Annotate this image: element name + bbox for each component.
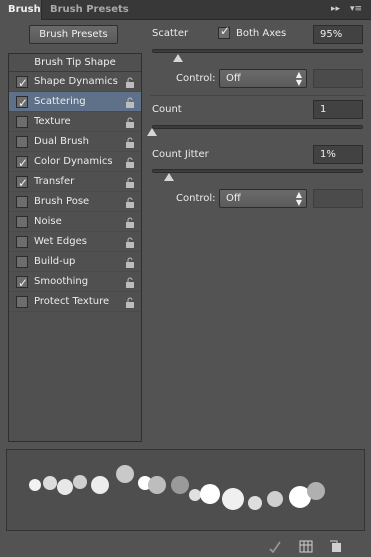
scatter-control-field xyxy=(313,69,363,88)
scatter-control-label: Control: xyxy=(176,73,216,84)
option-checkbox[interactable]: ✓ xyxy=(16,156,28,170)
brush-stroke-preview xyxy=(6,449,365,531)
option-checkbox[interactable] xyxy=(16,296,28,308)
scatter-control-dropdown[interactable]: Off ▲ ▼ xyxy=(219,69,307,88)
grid-icon[interactable] xyxy=(299,540,313,553)
checkmark-icon: ✓ xyxy=(18,76,29,90)
option-checkbox[interactable] xyxy=(16,256,28,268)
checkmark-icon: ✓ xyxy=(18,156,29,170)
count-jitter-label: Count Jitter xyxy=(152,149,209,160)
option-checkbox[interactable] xyxy=(16,136,28,148)
lock-icon[interactable] xyxy=(125,97,135,108)
lock-icon[interactable] xyxy=(125,177,135,188)
option-dual-brush[interactable]: Dual Brush xyxy=(9,132,141,152)
option-protect-texture[interactable]: Protect Texture xyxy=(9,292,141,312)
option-noise[interactable]: Noise xyxy=(9,212,141,232)
option-label: Dual Brush xyxy=(34,136,89,147)
count-label: Count xyxy=(152,104,182,115)
tab-brush[interactable]: Brush xyxy=(0,0,42,20)
option-smoothing[interactable]: ✓ Smoothing xyxy=(9,272,141,292)
option-checkbox[interactable] xyxy=(16,116,28,128)
checkmark-icon: ✓ xyxy=(18,276,29,290)
option-checkbox[interactable]: ✓ xyxy=(16,276,28,290)
lock-icon[interactable] xyxy=(125,77,135,88)
lock-icon[interactable] xyxy=(125,137,135,148)
option-color-dynamics[interactable]: ✓ Color Dynamics xyxy=(9,152,141,172)
count-jitter-control-field xyxy=(313,189,363,208)
lock-icon[interactable] xyxy=(125,217,135,228)
brush-tip-shape-item[interactable]: Brush Tip Shape xyxy=(9,54,141,72)
option-transfer[interactable]: ✓ Transfer xyxy=(9,172,141,192)
checkmark-icon: ✓ xyxy=(18,176,29,190)
count-jitter-slider-track[interactable] xyxy=(152,169,363,173)
panel-menu-icon[interactable]: ▾≡ xyxy=(350,4,362,14)
option-label: Transfer xyxy=(34,176,75,187)
option-checkbox[interactable] xyxy=(16,196,28,208)
lock-icon[interactable] xyxy=(125,117,135,128)
count-jitter-slider-thumb[interactable] xyxy=(164,173,175,181)
option-label: Shape Dynamics xyxy=(34,76,118,87)
collapse-icon[interactable]: ▸▸ xyxy=(331,4,340,14)
option-checkbox[interactable]: ✓ xyxy=(16,96,28,110)
both-axes-checkbox[interactable]: ✓ xyxy=(218,24,230,39)
option-checkbox[interactable]: ✓ xyxy=(16,176,28,190)
dropdown-arrows-icon: ▲ ▼ xyxy=(295,190,302,207)
option-label: Color Dynamics xyxy=(34,156,113,167)
option-build-up[interactable]: Build-up xyxy=(9,252,141,272)
count-slider-track[interactable] xyxy=(152,125,363,129)
count-slider-thumb[interactable] xyxy=(147,128,157,136)
option-label: Build-up xyxy=(34,256,76,267)
dropdown-arrows-icon: ▲ ▼ xyxy=(295,70,302,87)
count-jitter-control-dropdown[interactable]: Off ▲ ▼ xyxy=(219,189,307,208)
count-jitter-value-field[interactable]: 1% xyxy=(313,145,363,164)
divider xyxy=(150,95,365,96)
option-label: Noise xyxy=(34,216,62,227)
bottom-toolbar xyxy=(0,536,371,557)
brush-options-list: Brush Tip Shape ✓ Shape Dynamics ✓ Scatteri… xyxy=(8,53,142,442)
option-checkbox[interactable] xyxy=(16,236,28,248)
scatter-slider-thumb[interactable] xyxy=(172,54,183,62)
option-brush-pose[interactable]: Brush Pose xyxy=(9,192,141,212)
tab-brush-presets[interactable]: Brush Presets xyxy=(42,0,137,20)
checkmark-icon: ✓ xyxy=(18,96,29,110)
scatter-slider-track[interactable] xyxy=(152,49,363,53)
brush-presets-button[interactable]: Brush Presets xyxy=(29,25,118,44)
option-label: Scattering xyxy=(34,96,86,107)
option-label: Protect Texture xyxy=(34,296,110,307)
option-label: Smoothing xyxy=(34,276,89,287)
option-checkbox[interactable]: ✓ xyxy=(16,76,28,90)
lock-icon[interactable] xyxy=(125,237,135,248)
brush-check-icon[interactable] xyxy=(268,540,282,553)
stroke-preview-dots xyxy=(29,465,325,510)
count-value-field[interactable]: 1 xyxy=(313,100,363,119)
option-label: Brush Pose xyxy=(34,196,90,207)
lock-icon[interactable] xyxy=(125,197,135,208)
option-label: Wet Edges xyxy=(34,236,87,247)
lock-icon[interactable] xyxy=(125,257,135,268)
option-label: Texture xyxy=(34,116,71,127)
option-shape-dynamics[interactable]: ✓ Shape Dynamics xyxy=(9,72,141,92)
option-checkbox[interactable] xyxy=(16,216,28,228)
scatter-control-value: Off xyxy=(226,73,241,84)
count-jitter-control-value: Off xyxy=(226,193,241,204)
lock-icon[interactable] xyxy=(125,277,135,288)
option-wet-edges[interactable]: Wet Edges xyxy=(9,232,141,252)
count-jitter-control-label: Control: xyxy=(176,193,216,204)
new-preset-icon[interactable] xyxy=(329,540,343,553)
tab-bar: Brush Brush Presets ▸▸ ▾≡ xyxy=(0,0,371,20)
lock-icon[interactable] xyxy=(125,297,135,308)
scatter-value-field[interactable]: 95% xyxy=(313,25,363,44)
lock-icon[interactable] xyxy=(125,157,135,168)
scatter-label: Scatter xyxy=(152,28,189,39)
option-scattering[interactable]: ✓ Scattering xyxy=(9,92,141,112)
option-texture[interactable]: Texture xyxy=(9,112,141,132)
both-axes-label: Both Axes xyxy=(236,28,287,39)
